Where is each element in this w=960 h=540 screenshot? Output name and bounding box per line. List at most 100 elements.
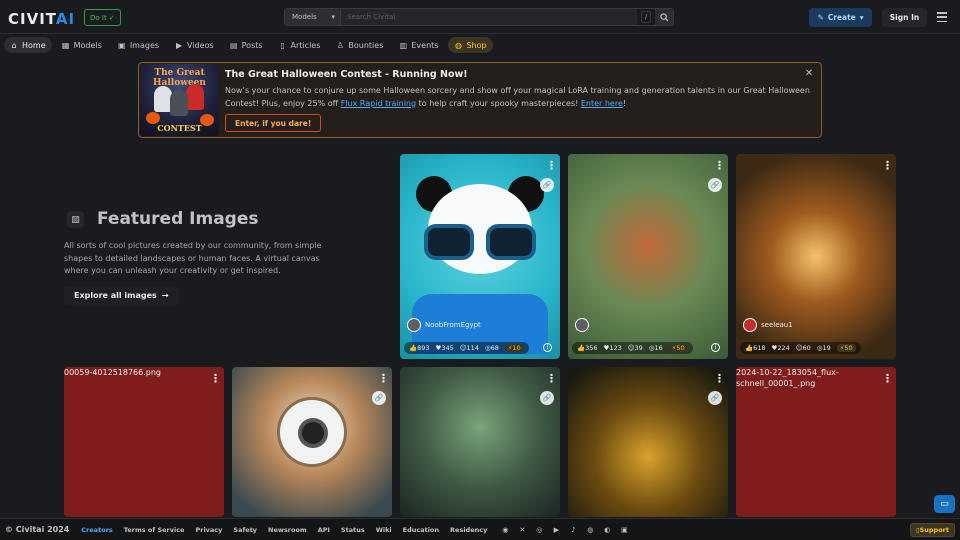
nav-bounties[interactable]: ♙ Bounties (330, 37, 389, 53)
discord-icon[interactable]: ◉ (500, 525, 510, 535)
footer-link-residency[interactable]: Residency (450, 526, 487, 534)
more-options-icon[interactable]: ⋮ (714, 373, 725, 384)
image-card[interactable]: ⋮ 🔗 (568, 367, 728, 517)
bounty-icon: ♙ (336, 40, 344, 50)
nav-label: Posts (241, 40, 263, 50)
search-input[interactable] (341, 9, 637, 25)
search-category-select[interactable]: Models ▾ (285, 9, 341, 25)
create-label: Create (827, 13, 856, 22)
featured-title: Featured Images (97, 209, 259, 229)
more-options-icon[interactable]: ⋮ (378, 373, 389, 384)
footer-link-privacy[interactable]: Privacy (195, 526, 222, 534)
enter-here-link[interactable]: Enter here (581, 99, 623, 108)
reddit-icon[interactable]: ◍ (585, 525, 595, 535)
nav-models[interactable]: ▦ Models (56, 37, 108, 53)
create-button[interactable]: ✎ Create ▾ (809, 8, 872, 27)
close-icon[interactable]: ✕ (803, 67, 815, 79)
link-icon[interactable]: 🔗 (540, 178, 554, 192)
youtube-icon[interactable]: ▶ (551, 525, 561, 535)
calendar-icon: ▥ (399, 40, 408, 50)
nav-images[interactable]: ▣ Images (112, 37, 165, 53)
arrow-right-icon: → (161, 291, 169, 300)
hamburger-menu-icon[interactable] (934, 10, 950, 24)
link-icon[interactable]: 🔗 (540, 391, 554, 405)
copyright: © Civitai 2024 (5, 525, 70, 534)
footer-link-creators[interactable]: Creators (81, 526, 112, 534)
image-card[interactable]: 00059-4012518766.png ⋮ (64, 367, 224, 517)
like-count[interactable]: 👍356 (577, 344, 598, 352)
posts-icon: ▤ (229, 40, 238, 50)
more-options-icon[interactable]: ⋮ (546, 373, 557, 384)
footer-link-api[interactable]: API (318, 526, 330, 534)
enter-contest-button[interactable]: Enter, if you dare! (225, 114, 322, 132)
explore-images-button[interactable]: Explore all images → (64, 286, 179, 305)
image-card[interactable]: ⋮ 🔗 (400, 367, 560, 517)
sign-in-button[interactable]: Sign In (882, 8, 927, 27)
instagram-icon[interactable]: ◎ (534, 525, 544, 535)
image-card[interactable]: 2024-10-22_183054_flux-schnell_00001_.pn… (736, 367, 896, 517)
heart-count[interactable]: ♥224 (772, 344, 790, 352)
link-icon[interactable]: 🔗 (372, 391, 386, 405)
image-card[interactable]: ⋮ 🔗 (232, 367, 392, 517)
heart-count[interactable]: ♥345 (436, 344, 454, 352)
flux-training-link[interactable]: Flux Rapid training (341, 99, 416, 108)
halloween-contest-image[interactable]: The Great Halloween CONTEST (140, 64, 219, 136)
footer-link-safety[interactable]: Safety (233, 526, 257, 534)
buzz-count[interactable]: ⚡50 (836, 344, 856, 352)
nav-articles[interactable]: ▯ Articles (273, 37, 327, 53)
like-count[interactable]: 👍618 (745, 344, 766, 352)
search-button[interactable] (655, 9, 673, 25)
buzz-count[interactable]: ⚡10 (504, 344, 524, 352)
footer-link-status[interactable]: Status (341, 526, 365, 534)
link-icon[interactable]: 🔗 (708, 391, 722, 405)
cry-count[interactable]: ◎16 (649, 344, 663, 352)
chevron-down-icon: ▾ (859, 13, 864, 22)
footer-link-newsroom[interactable]: Newsroom (268, 526, 307, 534)
nav-label: Videos (187, 40, 214, 50)
nav-home[interactable]: ⌂ Home (4, 37, 52, 53)
do-it-button[interactable]: Do It ✓ (84, 9, 121, 26)
nav-events[interactable]: ▥ Events (393, 37, 444, 53)
github-icon[interactable]: ◐ (602, 525, 612, 535)
twitch-icon[interactable]: ▣ (619, 525, 629, 535)
buzz-count[interactable]: ⚡50 (668, 344, 688, 352)
tiktok-icon[interactable]: ♪ (568, 525, 578, 535)
nav-posts[interactable]: ▤ Posts (224, 37, 269, 53)
laugh-count[interactable]: ☺39 (628, 344, 643, 352)
card-user[interactable]: NoobFromEgypt (407, 318, 481, 332)
more-options-icon[interactable]: ⋮ (210, 373, 221, 384)
card-user[interactable]: seeleau1 (743, 318, 793, 332)
footer-link-education[interactable]: Education (403, 526, 439, 534)
main-nav: ⌂ Home ▦ Models ▣ Images ▶ Videos ▤ Posts ▯ Ar… (0, 35, 960, 55)
laugh-count[interactable]: ☺114 (460, 344, 479, 352)
nav-shop[interactable]: ◍ Shop (448, 37, 493, 53)
footer-link-wiki[interactable]: Wiki (376, 526, 392, 534)
username: NoobFromEgypt (425, 321, 481, 329)
chat-icon[interactable]: ▭ (934, 495, 955, 513)
cry-count[interactable]: ◎68 (485, 344, 499, 352)
avatar (743, 318, 757, 332)
image-alt-text: 00059-4012518766.png (64, 368, 162, 377)
shop-icon: ◍ (454, 40, 462, 50)
image-card[interactable]: ⋮ 🔗 👍356 ♥123 ☺39 ◎16 ⚡50 i (568, 154, 728, 359)
laugh-count[interactable]: ☺60 (796, 344, 811, 352)
heart-count[interactable]: ♥123 (604, 344, 622, 352)
info-icon[interactable]: i (543, 343, 552, 352)
support-button[interactable]: ▯ Support (910, 523, 955, 537)
x-icon[interactable]: ✕ (517, 525, 527, 535)
like-count[interactable]: 👍893 (409, 344, 430, 352)
more-options-icon[interactable]: ⋮ (714, 160, 725, 171)
cry-count[interactable]: ◎19 (817, 344, 831, 352)
card-user[interactable] (575, 318, 593, 332)
image-card[interactable]: ⋮ seeleau1 👍618 ♥224 ☺60 ◎19 ⚡50 (736, 154, 896, 359)
more-options-icon[interactable]: ⋮ (882, 373, 893, 384)
link-icon[interactable]: 🔗 (708, 178, 722, 192)
more-options-icon[interactable]: ⋮ (882, 160, 893, 171)
civitai-logo[interactable]: CIVITAI (8, 10, 75, 28)
nav-videos[interactable]: ▶ Videos (169, 37, 220, 53)
info-icon[interactable]: i (711, 343, 720, 352)
home-icon: ⌂ (11, 40, 17, 50)
footer-link-terms[interactable]: Terms of Service (124, 526, 185, 534)
more-options-icon[interactable]: ⋮ (546, 160, 557, 171)
image-card[interactable]: ⋮ 🔗 NoobFromEgypt 👍893 ♥345 ☺114 ◎68 ⚡10… (400, 154, 560, 359)
